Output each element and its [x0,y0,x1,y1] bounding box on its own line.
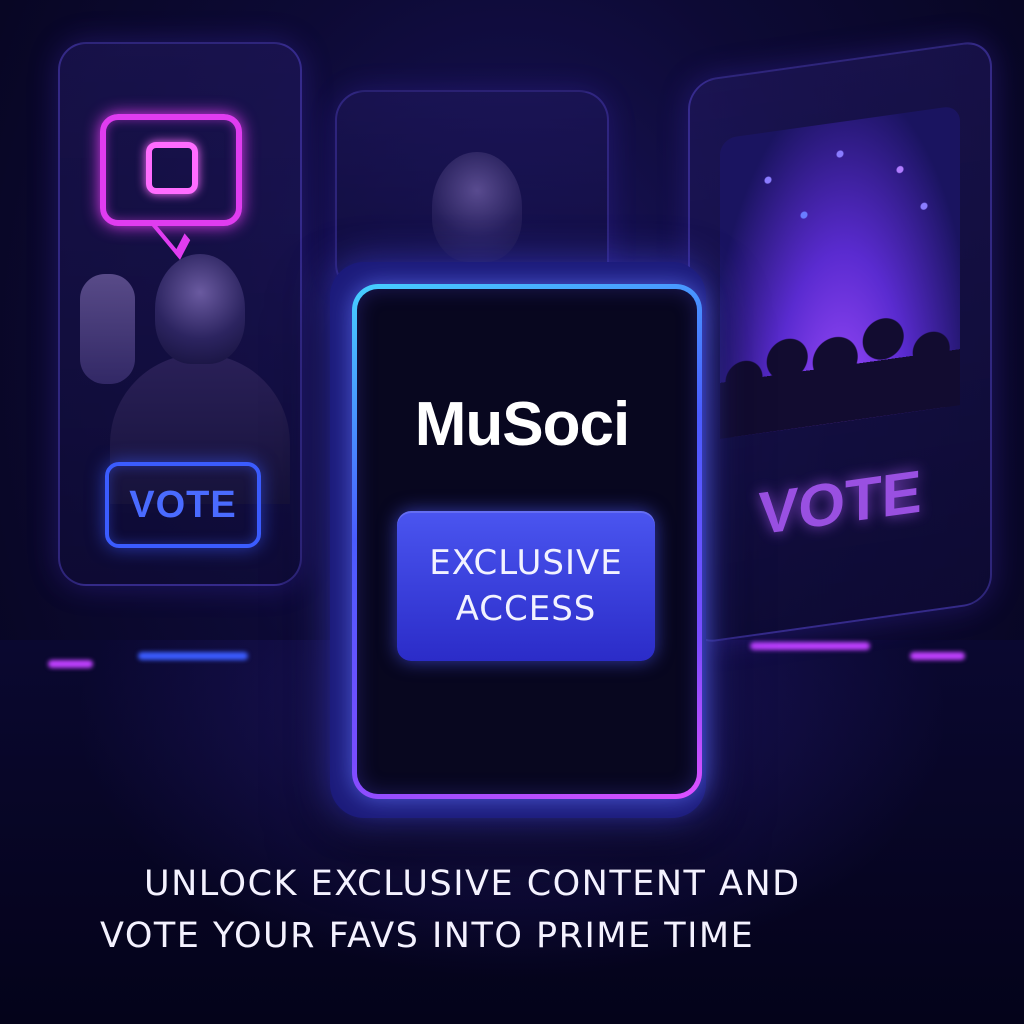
person-head [155,254,245,364]
promo-stage: VOTE VOTE MuSoci EXCLUSIVE ACCESS UNLOCK… [0,0,1024,1024]
exclusive-access-button[interactable]: EXCLUSIVE ACCESS [397,511,655,661]
left-promo-card: VOTE [58,42,302,586]
waving-hand [80,274,135,384]
floor-glow-2 [138,652,248,660]
floor-glow-1 [48,660,93,668]
chat-inner-square [146,142,198,194]
floor-glow-3 [750,642,870,650]
vote-button-right[interactable]: VOTE [750,444,930,559]
button-label-line1: EXCLUSIVE [429,543,623,583]
main-card: MuSoci EXCLUSIVE ACCESS [330,262,706,818]
person-head [432,152,522,262]
stage-lights [720,105,960,299]
main-card-face: MuSoci EXCLUSIVE ACCESS [352,284,702,799]
tagline-line1: UNLOCK EXCLUSIVE CONTENT AND [144,864,801,904]
tagline: UNLOCK EXCLUSIVE CONTENT AND VOTE YOUR F… [100,858,940,962]
brand-logo: MuSoci [414,390,630,459]
button-label-line2: ACCESS [455,589,597,629]
chat-bubble-icon [100,114,242,226]
tagline-line2: VOTE YOUR FAVS INTO PRIME TIME [100,916,755,956]
floor-glow-4 [910,652,965,660]
right-promo-card: VOTE [688,38,992,646]
vote-button-left[interactable]: VOTE [105,462,261,548]
